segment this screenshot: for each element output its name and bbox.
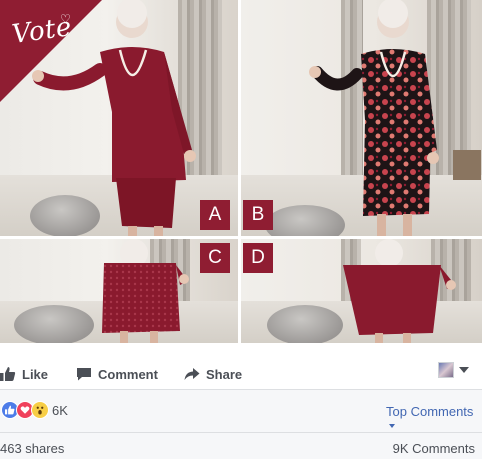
post-as-selector[interactable] [438, 362, 469, 378]
avatar [438, 362, 454, 378]
comment-icon [77, 368, 91, 381]
wow-reaction-icon [31, 401, 49, 419]
photo-option-d[interactable]: D [241, 239, 482, 343]
woman-figure-b [309, 0, 439, 236]
top-comments-label: Top Comments [386, 404, 474, 419]
photo-option-a[interactable]: Vote ♡ A [0, 0, 238, 236]
photo-option-b[interactable]: B [241, 0, 482, 236]
top-comments-dropdown[interactable]: Top Comments [386, 404, 482, 434]
share-label: Share [206, 366, 243, 382]
option-label-b: B [243, 200, 273, 230]
thumbs-up-icon [0, 367, 16, 381]
share-button[interactable]: Share [184, 363, 242, 385]
reaction-icons[interactable] [1, 401, 49, 419]
comment-button[interactable]: Comment [76, 363, 158, 385]
reaction-count[interactable]: 6K [52, 403, 68, 418]
option-label-d: D [243, 243, 273, 273]
like-button[interactable]: Like [0, 363, 48, 385]
post-action-bar: Like Comment Share [0, 357, 482, 389]
photo-option-c[interactable]: C [0, 239, 238, 343]
caret-down-icon [459, 367, 469, 373]
comment-label: Comment [98, 366, 158, 382]
caret-down-icon [389, 424, 395, 428]
like-label: Like [22, 366, 49, 382]
option-label-a: A [200, 200, 230, 230]
shares-count[interactable]: 463 shares [0, 441, 64, 456]
heart-icon: ♡ [60, 12, 71, 26]
woman-figure-d [343, 239, 456, 343]
post-photo-collage[interactable]: Vote ♡ A B C D [0, 0, 482, 343]
option-label-c: C [200, 243, 230, 273]
share-arrow-icon [184, 368, 200, 380]
comments-count[interactable]: 9K Comments [393, 441, 475, 456]
